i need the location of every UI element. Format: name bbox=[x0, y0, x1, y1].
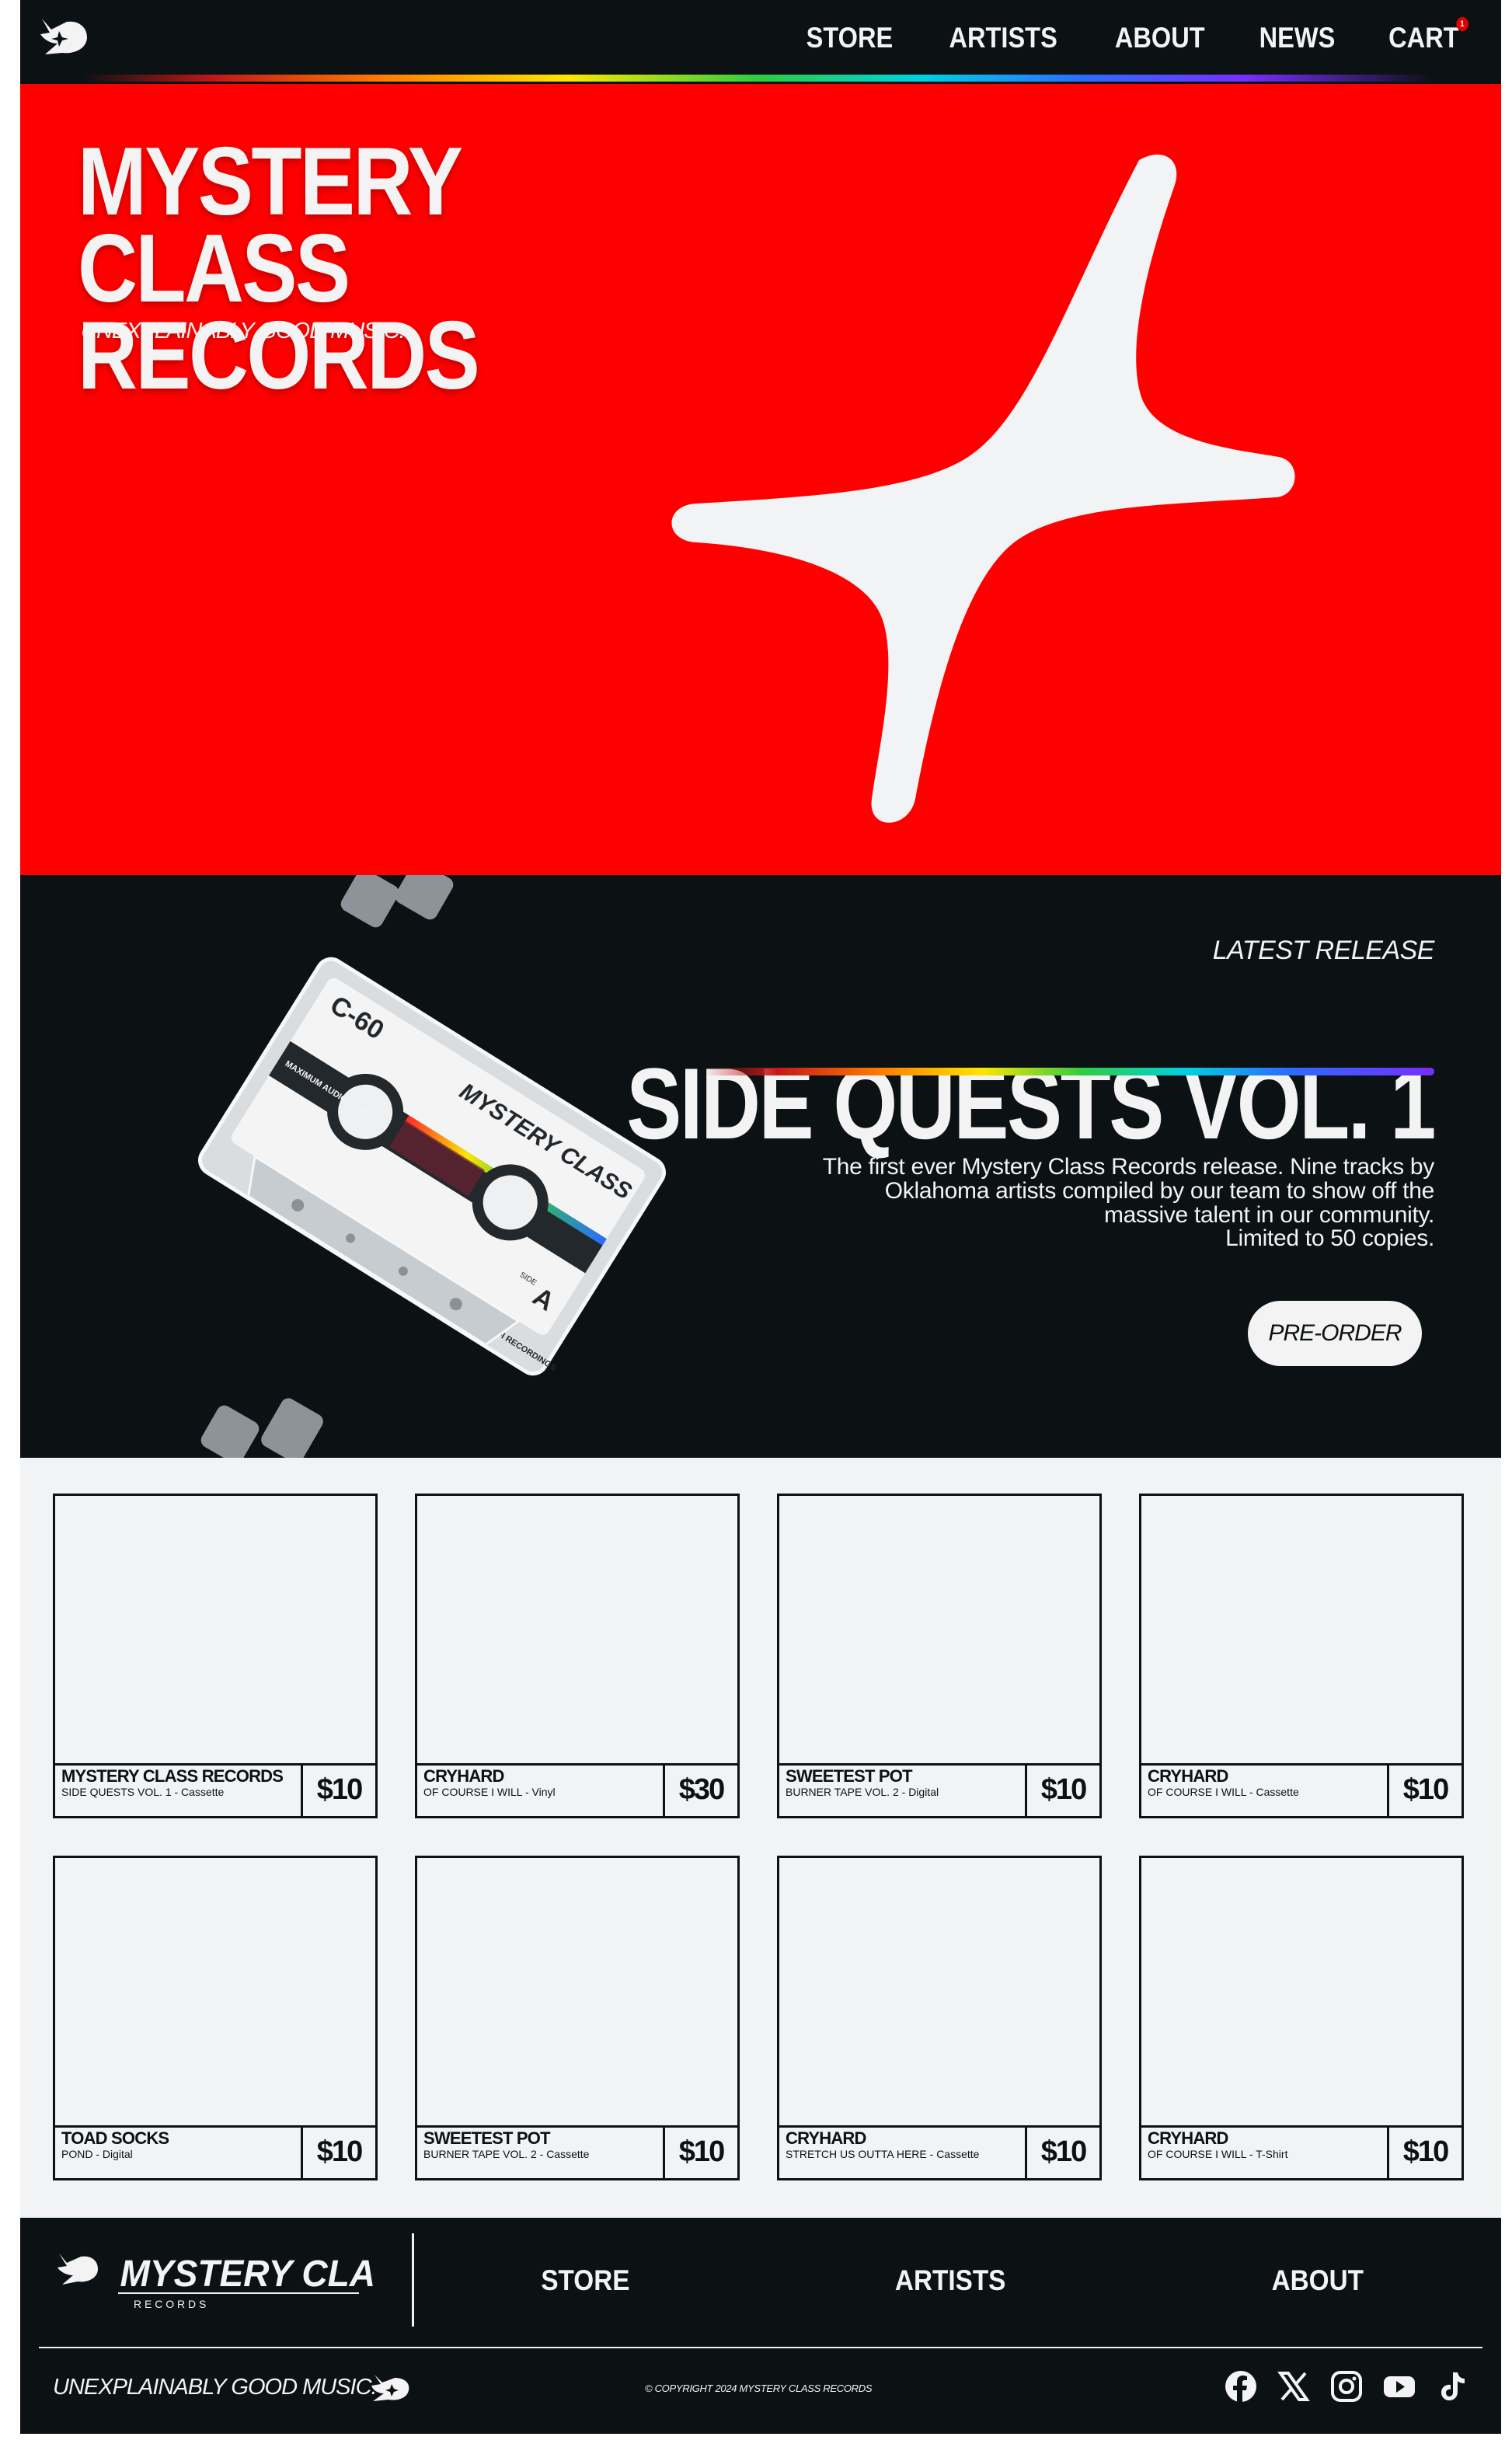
product-price: $10 bbox=[1387, 1763, 1461, 1816]
product-artist: MYSTERY CLASS RECORDS bbox=[61, 1766, 284, 1786]
footer-logo-sub: R E C O R D S bbox=[134, 2298, 206, 2310]
footer-tagline: UNEXPLAINABLY GOOD MUSIC. bbox=[53, 2375, 378, 2400]
product-card[interactable]: CRYHARD OF COURSE I WILL - Vinyl $30 bbox=[415, 1494, 740, 1818]
product-artist: SWEETEST POT bbox=[423, 2128, 551, 2148]
product-card[interactable]: CRYHARD OF COURSE I WILL - Cassette $10 bbox=[1139, 1494, 1464, 1818]
product-card[interactable]: CRYHARD STRETCH US OUTTA HERE - Cassette … bbox=[777, 1856, 1102, 2180]
product-image[interactable] bbox=[1141, 1858, 1461, 2128]
mystery-star-icon bbox=[371, 2375, 409, 2401]
product-price: $10 bbox=[301, 1763, 375, 1816]
instagram-icon[interactable] bbox=[1330, 2370, 1363, 2403]
social-links bbox=[1225, 2370, 1468, 2403]
product-artist: CRYHARD bbox=[1148, 2128, 1228, 2148]
product-artist: TOAD SOCKS bbox=[61, 2128, 169, 2148]
product-price: $10 bbox=[1025, 1763, 1099, 1816]
product-price: $10 bbox=[1387, 2125, 1461, 2178]
product-item: OF COURSE I WILL - Cassette bbox=[1148, 1786, 1299, 1798]
logo-icon[interactable] bbox=[36, 14, 92, 58]
product-item: SIDE QUESTS VOL. 1 - Cassette bbox=[61, 1786, 225, 1798]
nav-artists-link[interactable]: ARTISTS bbox=[949, 22, 1057, 54]
footer-logo-text: MYSTERY CLASS bbox=[120, 2252, 375, 2294]
sparkle-star-graphic bbox=[671, 154, 1295, 823]
tiktok-icon[interactable] bbox=[1436, 2370, 1468, 2403]
youtube-icon[interactable] bbox=[1383, 2370, 1416, 2403]
product-image[interactable] bbox=[779, 1858, 1099, 2128]
product-item: STRETCH US OUTTA HERE - Cassette bbox=[786, 2148, 980, 2160]
product-artist: CRYHARD bbox=[423, 1766, 504, 1786]
footer-artists-link[interactable]: ARTISTS bbox=[895, 2264, 1005, 2297]
hero-tagline: UNEXPLAINABLY GOOD MUSIC. bbox=[81, 319, 406, 343]
product-artist: SWEETEST POT bbox=[786, 1766, 913, 1786]
cart-count-badge: 1 bbox=[1456, 17, 1469, 31]
product-artist: CRYHARD bbox=[786, 2128, 866, 2148]
x-icon[interactable] bbox=[1277, 2370, 1310, 2403]
nav-news-link[interactable]: NEWS bbox=[1259, 22, 1336, 54]
release-limited-text: Limited to 50 copies. bbox=[1225, 1225, 1434, 1251]
product-image[interactable] bbox=[779, 1496, 1099, 1766]
product-card[interactable]: SWEETEST POT BURNER TAPE VOL. 2 - Digital… bbox=[777, 1494, 1102, 1818]
release-label: LATEST RELEASE bbox=[1212, 936, 1435, 965]
product-image[interactable] bbox=[417, 1858, 737, 2128]
product-card[interactable]: SWEETEST POT BURNER TAPE VOL. 2 - Cassett… bbox=[415, 1856, 740, 2180]
facebook-icon[interactable] bbox=[1225, 2370, 1257, 2403]
product-price: $10 bbox=[1025, 2125, 1099, 2178]
product-card[interactable]: TOAD SOCKS POND - Digital $10 bbox=[53, 1856, 378, 2180]
footer: MYSTERY CLASS R E C O R D S STORE ARTIST… bbox=[20, 2218, 1501, 2434]
rainbow-divider bbox=[82, 75, 1434, 82]
nav-about-link[interactable]: ABOUT bbox=[1115, 22, 1205, 54]
product-item: OF COURSE I WILL - Vinyl bbox=[423, 1786, 556, 1798]
footer-divider-horizontal bbox=[39, 2347, 1482, 2348]
release-description: The first ever Mystery Class Records rel… bbox=[822, 1154, 1435, 1228]
release-rainbow-bar bbox=[704, 1068, 1434, 1075]
cart-label: CART bbox=[1388, 22, 1459, 54]
footer-logo[interactable]: MYSTERY CLASS R E C O R D S bbox=[56, 2246, 375, 2316]
product-item: OF COURSE I WILL - T-Shirt bbox=[1148, 2148, 1288, 2160]
preorder-button[interactable]: PRE-ORDER bbox=[1248, 1301, 1422, 1366]
footer-store-link[interactable]: STORE bbox=[541, 2264, 629, 2297]
page-frame: STORE ARTISTS ABOUT NEWS CART 1 MYSTERY … bbox=[20, 0, 1501, 2434]
product-price: $30 bbox=[663, 1763, 737, 1816]
cassette-image: C-60 MYSTERY CLASS A SIDE MAXIMUM AUDIO … bbox=[198, 875, 666, 1458]
hero-title-line1: MYSTERY CLASS bbox=[78, 128, 462, 322]
product-card[interactable]: MYSTERY CLASS RECORDS SIDE QUESTS VOL. 1 … bbox=[53, 1494, 378, 1818]
footer-about-link[interactable]: ABOUT bbox=[1272, 2264, 1364, 2297]
product-item: BURNER TAPE VOL. 2 - Digital bbox=[786, 1786, 939, 1798]
nav-cart-link[interactable]: CART 1 bbox=[1388, 17, 1469, 54]
product-artist: CRYHARD bbox=[1148, 1766, 1228, 1786]
product-price: $10 bbox=[301, 2125, 375, 2178]
product-price: $10 bbox=[663, 2125, 737, 2178]
release-title: SIDE QUESTS VOL. 1 bbox=[626, 1046, 1436, 1160]
store-section: MYSTERY CLASS RECORDS SIDE QUESTS VOL. 1 … bbox=[20, 1458, 1501, 2218]
top-nav: STORE ARTISTS ABOUT NEWS CART 1 bbox=[20, 0, 1501, 82]
product-card[interactable]: CRYHARD OF COURSE I WILL - T-Shirt $10 bbox=[1139, 1856, 1464, 2180]
product-item: POND - Digital bbox=[61, 2148, 133, 2160]
product-image[interactable] bbox=[1141, 1496, 1461, 1766]
product-image[interactable] bbox=[55, 1496, 375, 1766]
product-image[interactable] bbox=[417, 1496, 737, 1766]
product-item: BURNER TAPE VOL. 2 - Cassette bbox=[423, 2148, 590, 2160]
nav-links: STORE ARTISTS ABOUT NEWS CART 1 bbox=[800, 17, 1469, 54]
nav-store-link[interactable]: STORE bbox=[806, 22, 893, 54]
copyright-text: © COPYRIGHT 2024 MYSTERY CLASS RECORDS bbox=[645, 2383, 873, 2394]
hero-section: MYSTERY CLASS RECORDS UNEXPLAINABLY GOOD… bbox=[20, 84, 1501, 875]
footer-divider-vertical bbox=[412, 2233, 414, 2327]
latest-release-section: C-60 MYSTERY CLASS A SIDE MAXIMUM AUDIO … bbox=[20, 875, 1501, 1458]
product-image[interactable] bbox=[55, 1858, 375, 2128]
